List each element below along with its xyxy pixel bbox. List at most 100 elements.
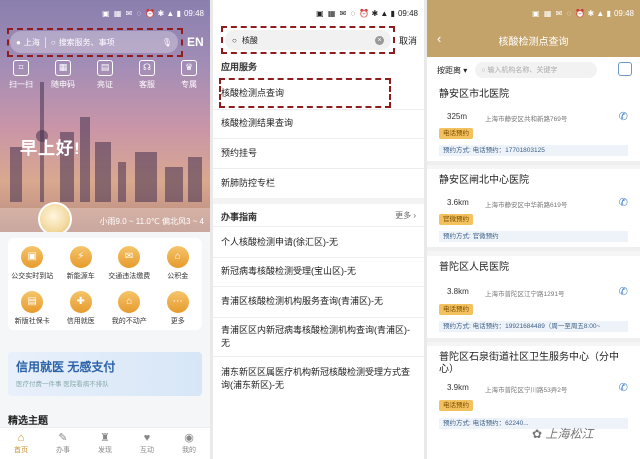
phone-icon[interactable]: ✆ xyxy=(619,196,628,209)
site-name: 静安区闸北中心医院 xyxy=(439,175,529,186)
banner-subtitle: 医疗付费一件事 医院看病不排队 xyxy=(16,381,109,388)
status-time: 09:48 xyxy=(183,8,204,18)
tab-interact[interactable]: ♥ 互动 xyxy=(140,431,154,459)
promo-banner[interactable]: 信用就医 无感支付 医疗付费一件事 医院看病不排队 xyxy=(8,352,202,396)
quick-scan[interactable]: ⌗ 扫一扫 xyxy=(3,60,39,90)
property-icon: ⌂ xyxy=(118,291,141,313)
greeting: 早上好! xyxy=(20,139,81,158)
headset-icon: ☊ xyxy=(139,60,155,76)
quick-show-id[interactable]: ▤ 亮证 xyxy=(87,60,123,90)
weather-info: 小雨9.0 ~ 11.0℃ 偏北风3 ~ 4 xyxy=(99,217,204,226)
site-name: 静安区市北医院 xyxy=(439,89,509,100)
site-card[interactable]: 静安区市北医院 325m 上海市静安区共和新路769号 ✆ 电话预约 预约方式:… xyxy=(427,83,640,165)
more-icon: ⋯ xyxy=(166,291,189,313)
site-distance: 3.6km xyxy=(447,198,469,207)
section-guide: 办事指南 xyxy=(221,212,258,222)
guide-item[interactable]: 青浦区区内新冠病毒核酸检测机构查询(青浦区)-无 xyxy=(221,324,417,350)
site-address: 上海市普陀区宁川路53弄2号 xyxy=(485,387,568,394)
status-bar: ▣ ▦ ✉ ◌ ⏰ ✱ ▲ ▮ 09:48 xyxy=(316,8,418,18)
site-address: 上海市静安区中华新路619号 xyxy=(485,202,568,209)
site-distance: 3.8km xyxy=(447,287,469,296)
site-card[interactable]: 普陀区人民医院 3.8km 上海市普陀区江宁路1291号 ✆ 电话预约 预约方式… xyxy=(427,256,640,342)
hero-banner: ▣ ▦ ✉ ◌ ⏰ ✱ ▲ ▮ 09:48 ● 上海 ○ 搜索服务、事项 🎙 E… xyxy=(0,0,210,232)
service-bus[interactable]: ▣ 公交实时到站 xyxy=(8,246,57,281)
status-time: 09:48 xyxy=(613,8,634,18)
booking-tag: 官微预约 xyxy=(439,214,473,225)
ticket-icon: ✉ xyxy=(118,246,141,268)
service-traffic-fine[interactable]: ✉ 交通违法缴费 xyxy=(105,246,154,281)
site-card[interactable]: 静安区闸北中心医院 3.6km 上海市静安区中华新路619号 ✆ 官微预约 预约… xyxy=(427,169,640,251)
result-nucleic-test-result[interactable]: 核酸检测结果查询 xyxy=(221,117,417,130)
home-screen: ▣ ▦ ✉ ◌ ⏰ ✱ ▲ ▮ 09:48 ● 上海 ○ 搜索服务、事项 🎙 E… xyxy=(0,0,210,459)
guide-item[interactable]: 浦东新区区属医疗机构新冠核酸检测受理方式查询(浦东新区)-无 xyxy=(221,366,417,392)
booking-tag: 电话预约 xyxy=(439,128,473,139)
language-toggle[interactable]: EN xyxy=(187,35,204,49)
service-more[interactable]: ⋯ 更多 xyxy=(154,291,203,326)
tab-services[interactable]: ✎ 办事 xyxy=(56,431,70,459)
qr-code-icon: ▦ xyxy=(55,60,71,76)
highlight-box xyxy=(219,78,391,108)
sort-dropdown[interactable]: 按距离 ▾ xyxy=(437,65,467,76)
service-social-card[interactable]: ▤ 新版社保卡 xyxy=(8,291,57,326)
site-distance: 3.9km xyxy=(447,383,469,392)
guide-item[interactable]: 个人核酸检测申请(徐汇区)-无 xyxy=(221,236,417,249)
booking-tag: 电话预约 xyxy=(439,304,473,315)
quick-health-code[interactable]: ▦ 随申码 xyxy=(45,60,81,90)
site-name: 普陀区人民医院 xyxy=(439,262,509,273)
featured-heading: 精选主题 xyxy=(8,416,48,427)
more-link[interactable]: 更多 › xyxy=(395,210,416,221)
tab-mine[interactable]: ◉ 我的 xyxy=(182,431,196,459)
search-results-screen: ▣ ▦ ✉ ◌ ⏰ ✱ ▲ ▮ 09:48 ○ 核酸 × 取消 应用服务 核酸检… xyxy=(213,0,424,459)
map-icon[interactable] xyxy=(618,62,632,76)
result-appointment[interactable]: 预约挂号 xyxy=(221,147,417,160)
tower-icon: ♜ xyxy=(100,432,110,444)
quick-exclusive[interactable]: ♛ 专属 xyxy=(171,60,207,90)
site-search-input[interactable]: ○ 输入机构名称、关键字 xyxy=(475,62,598,78)
card-icon: ▤ xyxy=(21,291,44,313)
guide-item[interactable]: 新冠病毒核酸检测受理(宝山区)-无 xyxy=(221,265,417,278)
section-app-services: 应用服务 xyxy=(221,62,258,72)
pen-icon: ✎ xyxy=(58,432,68,444)
site-address: 上海市静安区共和新路769号 xyxy=(485,116,568,123)
service-grid: ▣ 公交实时到站 ⚡ 新能源车 ✉ 交通违法缴费 ⌂ 公积金 ▤ 新版社保卡 ✚ 信用就医 … xyxy=(8,238,202,330)
service-ev[interactable]: ⚡ 新能源车 xyxy=(57,246,106,281)
guide-item[interactable]: 青浦区核酸检测机构服务查询(青浦区)-无 xyxy=(221,295,417,308)
booking-method[interactable]: 预约方式: 电话预约：19921684489（周一至周五8:00~ xyxy=(439,321,628,332)
result-covid-column[interactable]: 新肺防控专栏 xyxy=(221,177,417,190)
service-property[interactable]: ⌂ 我的不动产 xyxy=(105,291,154,326)
booking-method[interactable]: 预约方式: 官微预约 xyxy=(439,231,628,242)
home-icon: ⌂ xyxy=(17,432,25,444)
phone-icon[interactable]: ✆ xyxy=(619,285,628,298)
booking-method[interactable]: 预约方式: 电话预约：17701803125 xyxy=(439,145,628,156)
tab-discover[interactable]: ♜ 发现 xyxy=(98,431,112,459)
filter-bar: 按距离 ▾ ○ 输入机构名称、关键字 xyxy=(427,57,640,83)
phone-icon[interactable]: ✆ xyxy=(619,381,628,394)
quick-service[interactable]: ☊ 客服 xyxy=(129,60,165,90)
cancel-button[interactable]: 取消 xyxy=(399,34,417,47)
bottom-tab-bar: ⌂ 首页 ✎ 办事 ♜ 发现 ♥ 互动 ◉ 我的 xyxy=(0,427,210,459)
site-address: 上海市普陀区江宁路1291号 xyxy=(485,291,565,298)
highlight-box xyxy=(7,28,183,57)
nav-header: ▣ ▦ ✉ ◌ ⏰ ✱ ▲ ▮ 09:48 ‹ 核酸检测点查询 xyxy=(427,0,640,57)
scan-icon: ⌗ xyxy=(13,60,29,76)
heart-icon: ♥ xyxy=(143,432,151,444)
quick-actions: ⌗ 扫一扫 ▦ 随申码 ▤ 亮证 ☊ 客服 ♛ 专属 xyxy=(0,60,210,90)
status-icons: ▣ ▦ ✉ ◌ xyxy=(102,8,143,18)
ev-car-icon: ⚡ xyxy=(69,246,92,268)
status-time: 09:48 xyxy=(397,8,418,18)
banner-title: 信用就医 无感支付 xyxy=(16,360,116,374)
site-distance: 325m xyxy=(447,112,468,121)
status-icons-right: ⏰ ✱ ▲ ▮ xyxy=(145,8,181,18)
phone-icon[interactable]: ✆ xyxy=(619,110,628,123)
watermark: ✿ 上海松江 xyxy=(532,427,594,441)
status-bar: ▣ ▦ ✉ ◌ ⏰ ✱ ▲ ▮ 09:48 xyxy=(532,8,634,18)
test-site-list-screen: ▣ ▦ ✉ ◌ ⏰ ✱ ▲ ▮ 09:48 ‹ 核酸检测点查询 按距离 ▾ ○ … xyxy=(427,0,640,459)
site-card[interactable]: 普陀区石泉街道社区卫生服务中心（分中心） 3.9km 上海市普陀区宁川路53弄2… xyxy=(427,346,640,459)
house-icon: ⌂ xyxy=(166,246,189,268)
id-card-icon: ▤ xyxy=(97,60,113,76)
crown-icon: ♛ xyxy=(181,60,197,76)
service-credit-medical[interactable]: ✚ 信用就医 xyxy=(57,291,106,326)
profile-icon: ◉ xyxy=(184,432,194,444)
tab-home[interactable]: ⌂ 首页 xyxy=(14,431,28,459)
service-housing-fund[interactable]: ⌂ 公积金 xyxy=(154,246,203,281)
